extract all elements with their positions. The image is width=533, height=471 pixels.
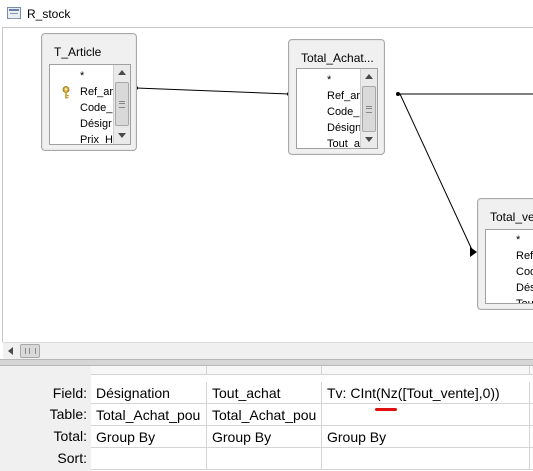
primary-key-icon [62,86,70,99]
scroll-up-arrow[interactable] [114,65,130,81]
field-item-pk[interactable]: Ref_ar [50,84,113,100]
query-icon [7,7,21,19]
field-item[interactable]: Cod [486,264,533,280]
grid-cell-field-expression[interactable]: Tv: CInt(Nz([Tout_vente],0)) [322,382,530,404]
field-list[interactable]: * Ref_ar Code_ Désign Tout_a [296,68,378,149]
field-item[interactable]: * [486,232,520,248]
pane-splitter[interactable] [0,359,533,366]
join-line-achat-vente [399,93,474,253]
field-item[interactable]: Code_ [50,100,112,116]
column-selector[interactable] [207,366,322,375]
grid-columns: Désignation Total_Achat_pou Group By Tou… [91,366,533,471]
grid-cell-table[interactable]: Total_Achat_pou [207,404,322,426]
window-titlebar: R_stock [0,0,533,27]
scroll-thumb[interactable] [362,86,376,132]
grid-cell-table[interactable]: Total_Achat_pou [91,404,207,426]
window-title: R_stock [27,7,71,21]
table-title[interactable]: Total_ve [490,210,533,224]
field-item[interactable]: Désigr [50,116,112,132]
table-total-vente[interactable]: Total_ve * Ref_ Cod Dési Tou [477,198,533,310]
table-t-article[interactable]: T_Article * Ref_ar Code_ Désigr Prix_HT [41,33,137,151]
field-item[interactable]: Tout_a [297,136,360,148]
scroll-down-arrow[interactable] [114,128,130,144]
table-total-achat[interactable]: Total_Achat... * Ref_ar Code_ Désign Tou… [288,39,385,155]
row-label-table: Table: [49,406,87,422]
field-item[interactable]: Code_ [297,104,359,120]
spelling-error-underline [375,408,397,411]
grid-cell-sort[interactable] [322,448,530,470]
grid-cell-field[interactable]: Désignation [91,382,207,404]
diagram-horizontal-scrollbar[interactable] [3,342,533,359]
scroll-left-arrow[interactable] [3,343,19,359]
field-item[interactable]: Ref_ [486,248,533,264]
grid-cell-total[interactable]: Group By [322,426,530,448]
field-item[interactable]: * [297,72,331,88]
scroll-thumb[interactable] [115,82,129,126]
column-selector[interactable] [322,366,530,375]
grid-cell-field[interactable]: Tout_achat [207,382,322,404]
field-item[interactable]: Désign [297,120,361,136]
grid-cell-sort[interactable] [91,448,207,470]
field-list-scrollbar[interactable] [360,69,377,148]
field-item[interactable]: * [50,68,84,84]
query-design-pane[interactable]: T_Article * Ref_ar Code_ Désigr Prix_HT [2,27,533,342]
field-list[interactable]: * Ref_ar Code_ Désigr Prix_HT [49,64,131,145]
field-label: Ref_ar [80,86,114,98]
row-label-field: Field: [52,385,87,401]
row-label-total: Total: [53,428,87,444]
scroll-down-arrow[interactable] [361,132,377,148]
field-item[interactable]: Ref_ar [297,88,360,104]
field-item[interactable]: Prix_HT [50,132,120,144]
grid-cell-table[interactable] [322,404,530,426]
grid-cell-sort[interactable] [207,448,322,470]
row-label-sort: Sort: [57,450,87,466]
table-title[interactable]: Total_Achat... [301,51,374,65]
scroll-thumb[interactable] [20,344,40,358]
column-selector[interactable] [91,366,207,375]
join-line-article-achat [135,87,290,95]
field-item[interactable]: Tou [486,296,533,303]
field-list-scrollbar[interactable] [113,65,130,144]
table-title[interactable]: T_Article [54,45,101,59]
scroll-up-arrow[interactable] [361,69,377,85]
field-item[interactable]: Dési [486,280,533,296]
query-design-grid: Field: Table: Total: Sort: Désignation T… [0,366,533,471]
field-list[interactable]: * Ref_ Cod Dési Tou [485,229,533,304]
grid-cell-total[interactable]: Group By [91,426,207,448]
grid-cell-total[interactable]: Group By [207,426,322,448]
